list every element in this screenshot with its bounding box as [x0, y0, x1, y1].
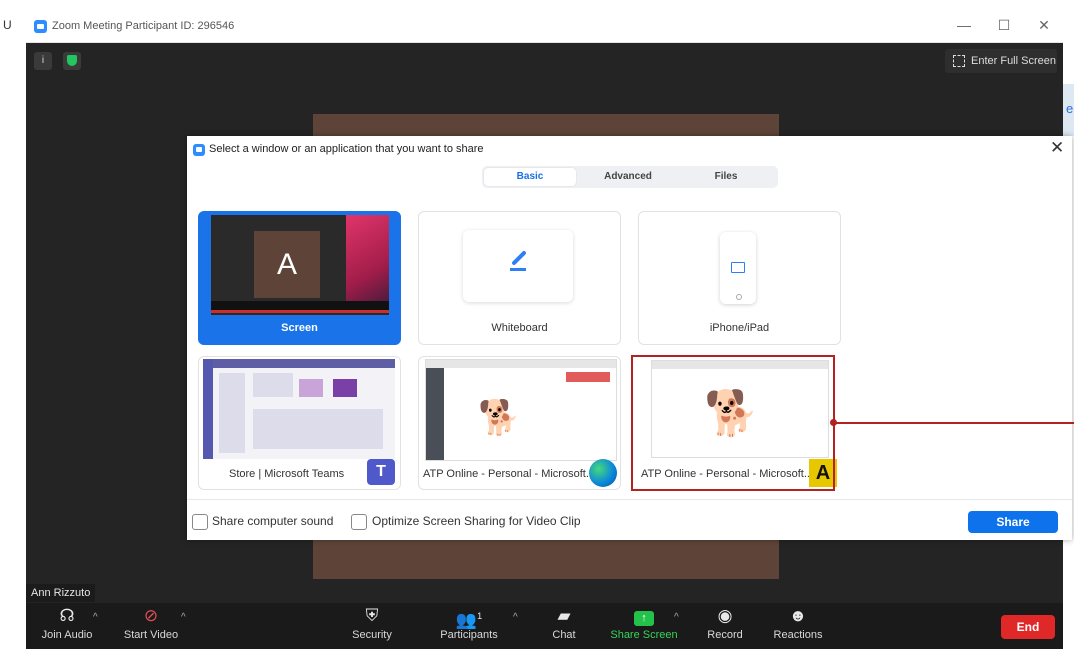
participants-count: 1 [477, 611, 483, 621]
underline-mark [510, 268, 526, 271]
share-option-iphone-ipad[interactable]: iPhone/iPad [638, 211, 841, 345]
share-screen-icon: ↑ [610, 606, 678, 626]
reactions-button[interactable]: ☻ Reactions [771, 606, 825, 641]
join-audio-button[interactable]: ☊ Join Audio [40, 606, 94, 641]
background-letter: e [1066, 101, 1074, 116]
teams-header [213, 359, 395, 368]
pen-icon [511, 250, 527, 266]
share-screen-dialog: Select a window or an application that y… [187, 136, 1072, 540]
share-option-atp-edge-window[interactable]: 🐕 ATP Online - Personal - Microsoft... [418, 356, 621, 490]
dialog-close-icon[interactable]: ✕ [1050, 138, 1064, 158]
audio-options-chevron-icon[interactable]: ^ [93, 612, 98, 623]
highlight-callout-dot [830, 419, 837, 426]
participants-icon: 👥1 [455, 610, 483, 630]
share-options-chevron-icon[interactable]: ^ [674, 612, 679, 623]
tab-advanced[interactable]: Advanced [582, 168, 674, 186]
meeting-toolbar: ☊ Join Audio ^ ⊘ Start Video ^ ⛨ Securit… [26, 603, 1063, 649]
highlight-frame [631, 355, 835, 491]
end-meeting-button[interactable]: End [1001, 615, 1055, 639]
avatar: A [254, 231, 320, 298]
dialog-title: Select a window or an application that y… [209, 143, 484, 155]
window-title: Zoom Meeting Participant ID: 296546 [52, 20, 235, 32]
participant-name-tag: Ann Rizzuto [26, 584, 96, 602]
participants-button[interactable]: 👥1 Participants [436, 606, 502, 641]
security-label: Security [352, 629, 392, 641]
iphone-option-label: iPhone/iPad [709, 322, 770, 334]
screen-option-label: Screen [281, 322, 318, 334]
share-sound-label: Share computer sound [212, 514, 334, 528]
optimize-video-label: Optimize Screen Sharing for Video Clip [372, 514, 581, 528]
start-video-label: Start Video [123, 629, 179, 641]
whiteboard-icon [463, 230, 573, 302]
record-label: Record [707, 629, 743, 641]
share-screen-label: Share Screen [610, 629, 678, 641]
teams-sidebar [203, 359, 213, 459]
participants-options-chevron-icon[interactable]: ^ [513, 612, 518, 623]
chat-button[interactable]: ▰ Chat [548, 606, 580, 641]
teams-thumbnail [203, 359, 395, 459]
optimize-video-checkbox[interactable] [351, 514, 367, 530]
start-video-button[interactable]: ⊘ Start Video [122, 606, 180, 641]
info-icon[interactable]: i [34, 52, 52, 70]
page-banner [566, 372, 610, 382]
video-off-icon: ⊘ [143, 606, 159, 625]
smiley-icon: ☻ [789, 606, 807, 625]
edge-browser-icon [589, 459, 617, 487]
phone-icon [720, 232, 756, 304]
maximize-button[interactable]: ☐ [994, 17, 1014, 34]
participants-label: Participants [440, 629, 498, 641]
share-sound-checkbox[interactable] [192, 514, 208, 530]
share-button[interactable]: Share [968, 511, 1058, 533]
teams-panel [219, 373, 245, 453]
chat-label: Chat [552, 629, 576, 641]
record-button[interactable]: ◉ Record [703, 606, 747, 641]
tab-files[interactable]: Files [680, 168, 772, 186]
teams-panel [253, 373, 293, 397]
zoom-logo-icon [193, 144, 205, 156]
browser-sidebar [426, 368, 444, 460]
window-titlebar: Zoom Meeting Participant ID: 296546 — ☐ … [26, 9, 1063, 43]
share-tabs: Basic Advanced Files [482, 166, 778, 188]
teams-option-label: Store | Microsoft Teams [229, 468, 345, 480]
wallpaper-graphic [346, 215, 389, 310]
minimize-button[interactable]: — [954, 17, 974, 33]
fullscreen-icon [953, 55, 965, 67]
share-option-teams-window[interactable]: Store | Microsoft Teams T [198, 356, 401, 490]
record-icon: ◉ [717, 606, 733, 625]
share-option-whiteboard[interactable]: Whiteboard [418, 211, 621, 345]
teams-banner [299, 379, 323, 397]
thumbnail-taskbar [211, 310, 389, 313]
atp-edge-option-label: ATP Online - Personal - Microsoft... [423, 468, 595, 480]
video-options-chevron-icon[interactable]: ^ [181, 612, 186, 623]
screen-thumbnail: A [211, 215, 389, 315]
highlight-callout-line [835, 422, 1074, 424]
teams-banner [333, 379, 357, 397]
background-letter: U [3, 18, 12, 32]
home-button-mark [736, 294, 742, 300]
share-option-screen[interactable]: A Screen [198, 211, 401, 345]
security-button[interactable]: ⛨ Security [346, 606, 398, 641]
join-audio-label: Join Audio [41, 629, 93, 641]
reactions-label: Reactions [773, 629, 823, 641]
dialog-footer: Share computer sound Optimize Screen Sha… [187, 499, 1072, 540]
encryption-shield-icon[interactable] [63, 52, 81, 70]
zoom-logo-icon [34, 20, 47, 33]
atp-edge-thumbnail: 🐕 [425, 359, 617, 461]
whiteboard-option-label: Whiteboard [491, 322, 548, 334]
shield-icon: ⛨ [365, 606, 379, 625]
top-margin [0, 0, 1074, 9]
fullscreen-label: Enter Full Screen [971, 55, 1056, 67]
teams-content [253, 409, 383, 449]
tab-basic[interactable]: Basic [484, 168, 576, 186]
enter-full-screen-button[interactable]: Enter Full Screen [945, 49, 1057, 73]
browser-header [426, 360, 616, 368]
airplay-icon [731, 262, 745, 273]
background-window-left: U [0, 9, 26, 649]
share-screen-button[interactable]: ↑ Share Screen [610, 606, 678, 641]
headphones-icon: ☊ [59, 606, 75, 625]
close-window-button[interactable]: ✕ [1034, 17, 1054, 34]
chat-bubble-icon: ▰ [557, 606, 571, 625]
dog-image-icon: 🐕 [478, 399, 521, 437]
teams-app-icon: T [367, 459, 395, 485]
